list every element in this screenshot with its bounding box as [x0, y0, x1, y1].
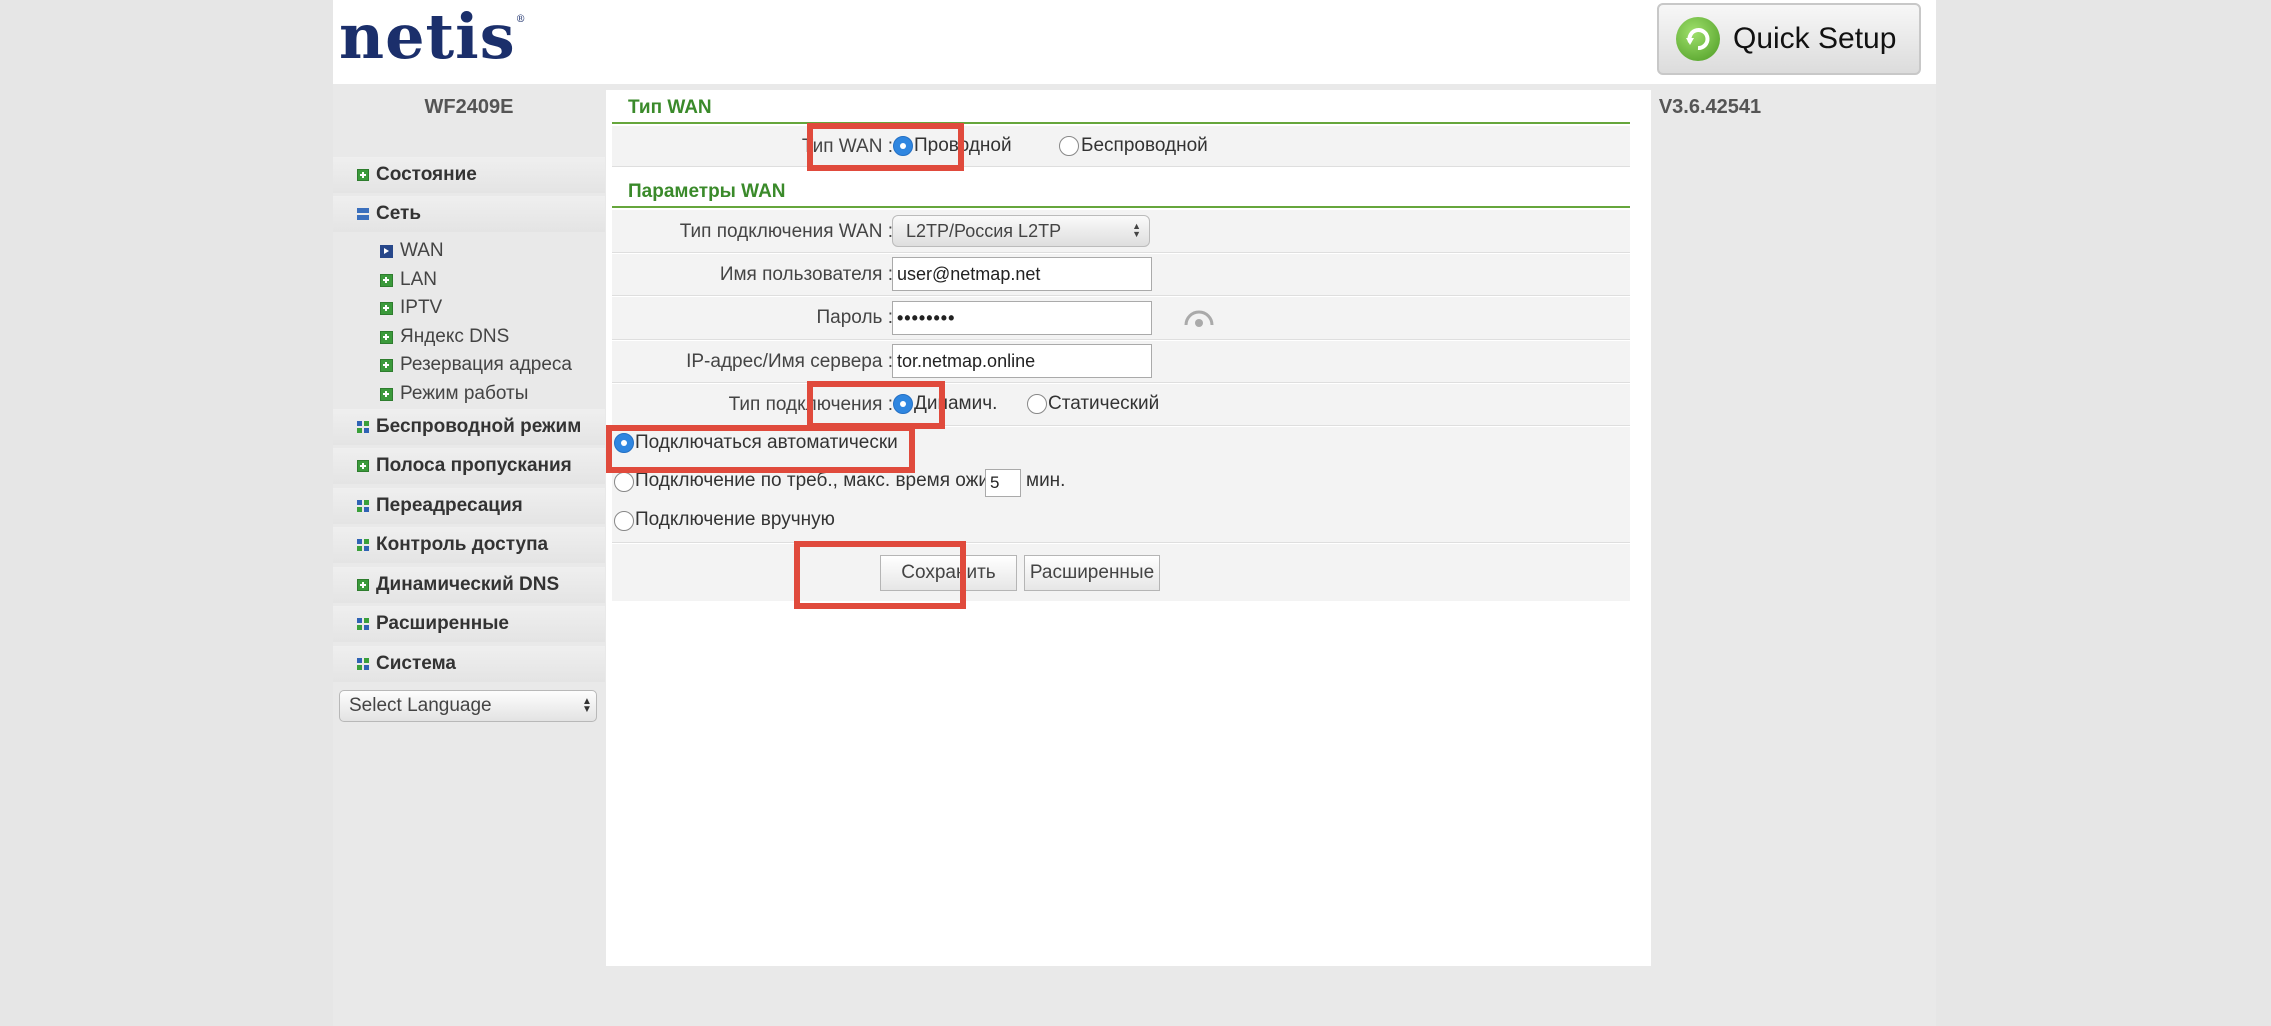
- section-title-wan-params: Параметры WAN: [612, 174, 1630, 208]
- sidebar-subitem-label: Резервация адреса: [400, 354, 572, 375]
- connect-manual-radio[interactable]: [614, 511, 634, 531]
- plus-icon: [380, 330, 393, 344]
- connect-auto-radio[interactable]: [614, 433, 634, 453]
- netis-logo: netis®: [339, 0, 527, 73]
- connect-manual-label: Подключение вручную: [635, 509, 835, 530]
- page-container: netis® Quick Setup WF2409E Состояние Сет…: [333, 0, 1936, 1026]
- connect-auto-label: Подключаться автоматически: [635, 432, 898, 453]
- sidebar-subitem-operating-mode[interactable]: Режим работы: [333, 380, 605, 408]
- save-button[interactable]: Сохранить: [880, 555, 1017, 591]
- username-label: Имя пользователя :: [719, 264, 893, 285]
- sidebar-item-network[interactable]: Сеть: [333, 196, 605, 232]
- main-panel: Тип WAN Тип WAN : Проводной Беспроводной…: [606, 90, 1651, 966]
- address-type-dynamic-label: Динамич.: [914, 393, 998, 414]
- grid-icon: [357, 421, 369, 433]
- sidebar-item-label: Сеть: [376, 203, 422, 224]
- server-label: IP-адрес/Имя сервера :: [686, 351, 893, 372]
- sidebar-subitem-label: Яндекс DNS: [400, 326, 510, 347]
- sidebar-subitem-iptv[interactable]: IPTV: [333, 294, 605, 322]
- grid-icon: [357, 618, 369, 630]
- address-type-static-radio[interactable]: [1027, 394, 1047, 414]
- address-type-dynamic-radio[interactable]: [893, 394, 913, 414]
- connection-type-label: Тип подключения WAN :: [679, 221, 893, 242]
- address-type-row: Тип подключения : Динамич. Статический: [612, 384, 1630, 426]
- plus-icon: [380, 387, 393, 401]
- header: netis® Quick Setup: [333, 0, 1936, 84]
- sidebar-subitem-label: WAN: [400, 240, 444, 261]
- sidebar-item-advanced[interactable]: Расширенные: [333, 606, 605, 642]
- arrow-icon: [380, 244, 393, 258]
- idle-time-unit: мин.: [1026, 470, 1066, 491]
- refresh-arrow-icon: [1676, 17, 1720, 61]
- connect-on-demand-radio[interactable]: [614, 472, 634, 492]
- grid-icon: [357, 539, 369, 551]
- sidebar-subitem-label: LAN: [400, 269, 437, 290]
- idle-time-input[interactable]: 5: [985, 469, 1021, 497]
- connection-type-value: L2TP/Россия L2TP: [906, 221, 1062, 241]
- wan-type-wired-label: Проводной: [914, 135, 1012, 156]
- connection-type-row: Тип подключения WAN : L2TP/Россия L2TP ▲…: [612, 210, 1630, 253]
- sidebar-item-label: Контроль доступа: [376, 534, 549, 555]
- sidebar-subitem-label: Режим работы: [400, 383, 529, 404]
- model-name: WF2409E: [424, 96, 514, 118]
- address-type-static-label: Статический: [1048, 393, 1160, 414]
- plus-icon: [380, 273, 393, 287]
- password-label: Пароль :: [816, 307, 893, 328]
- connection-mode-rows: Подключаться автоматически Подключение п…: [612, 427, 1630, 543]
- plus-icon: [380, 301, 393, 315]
- sidebar-item-label: Динамический DNS: [376, 574, 560, 595]
- sidebar-item-access-control[interactable]: Контроль доступа: [333, 527, 605, 563]
- server-row: IP-адрес/Имя сервера : tor.netmap.online: [612, 341, 1630, 383]
- language-select-value: Select Language: [349, 695, 492, 716]
- plus-icon: [380, 358, 393, 372]
- sidebar-item-dynamic-dns[interactable]: Динамический DNS: [333, 567, 605, 603]
- sidebar-item-status[interactable]: Состояние: [333, 157, 605, 193]
- sidebar-item-label: Расширенные: [376, 613, 509, 634]
- select-arrows-icon: ▲ ▼: [582, 696, 592, 715]
- minus-icon: [357, 208, 369, 220]
- advanced-button[interactable]: Расширенные: [1024, 555, 1160, 591]
- select-arrows-icon: ▲ ▼: [1132, 221, 1141, 239]
- show-password-eye-icon[interactable]: [1184, 309, 1214, 334]
- grid-icon: [357, 658, 369, 670]
- sidebar-subitem-address-reservation[interactable]: Резервация адреса: [333, 351, 605, 379]
- address-type-label: Тип подключения :: [728, 394, 893, 415]
- quick-setup-label: Quick Setup: [1733, 22, 1897, 55]
- password-input[interactable]: ••••••••: [892, 301, 1152, 335]
- wan-type-row: Тип WAN : Проводной Беспроводной: [612, 126, 1630, 167]
- section-title-wan-type: Тип WAN: [612, 90, 1630, 124]
- sidebar-item-wireless[interactable]: Беспроводной режим: [333, 409, 605, 445]
- sidebar-item-label: Система: [376, 653, 456, 674]
- wan-type-wireless-radio[interactable]: [1059, 136, 1079, 156]
- buttons-row: Сохранить Расширенные: [612, 544, 1630, 601]
- sidebar-subitem-yandex-dns[interactable]: Яндекс DNS: [333, 323, 605, 351]
- sidebar-item-label: Состояние: [376, 164, 477, 185]
- sidebar-item-system[interactable]: Система: [333, 646, 605, 682]
- connection-type-select[interactable]: L2TP/Россия L2TP ▲ ▼: [892, 215, 1150, 247]
- wan-type-wired-radio[interactable]: [893, 136, 913, 156]
- sidebar-item-forwarding[interactable]: Переадресация: [333, 488, 605, 524]
- password-row: Пароль : ••••••••: [612, 297, 1630, 340]
- sidebar-item-label: Беспроводной режим: [376, 416, 582, 437]
- sidebar-subitem-label: IPTV: [400, 297, 443, 318]
- sidebar-subitem-lan[interactable]: LAN: [333, 266, 605, 294]
- connect-on-demand-label: Подключение по треб., макс. время ожид.: [635, 470, 1006, 491]
- username-input[interactable]: user@netmap.net: [892, 257, 1152, 291]
- quick-setup-button[interactable]: Quick Setup: [1657, 3, 1921, 75]
- firmware-version: V3.6.42541: [1658, 96, 1762, 118]
- plus-icon: [357, 579, 369, 591]
- plus-icon: [357, 460, 369, 472]
- sidebar-item-label: Переадресация: [376, 495, 523, 516]
- wan-type-wireless-label: Беспроводной: [1081, 135, 1208, 156]
- sidebar: WF2409E Состояние Сеть WAN LAN IPTV Янде…: [333, 84, 605, 1026]
- sidebar-item-bandwidth[interactable]: Полоса пропускания: [333, 448, 605, 484]
- sidebar-subitem-wan[interactable]: WAN: [333, 237, 605, 265]
- wan-type-label: Тип WAN :: [801, 136, 893, 157]
- sidebar-item-label: Полоса пропускания: [376, 455, 572, 476]
- username-row: Имя пользователя : user@netmap.net: [612, 254, 1630, 296]
- grid-icon: [357, 500, 369, 512]
- language-select[interactable]: Select Language ▲ ▼: [339, 690, 597, 722]
- plus-icon: [357, 169, 369, 181]
- server-input[interactable]: tor.netmap.online: [892, 344, 1152, 378]
